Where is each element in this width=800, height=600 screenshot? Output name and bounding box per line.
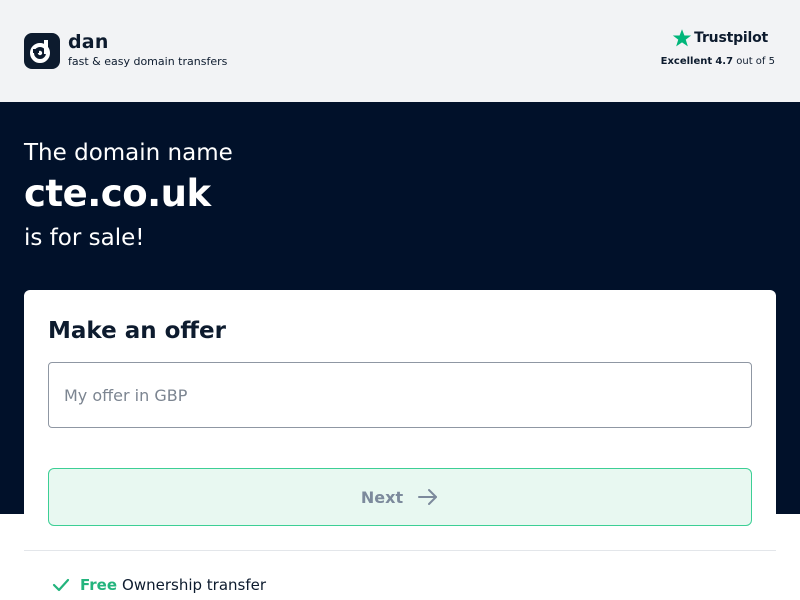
- offer-card: Make an offer Next Free Ownership transf…: [24, 290, 776, 600]
- hero-post-text: is for sale!: [24, 225, 145, 251]
- feature-highlight: Free: [80, 576, 118, 594]
- divider: [24, 550, 776, 551]
- check-icon: [52, 578, 70, 592]
- top-bar: dan fast & easy domain transfers Trustpi…: [0, 0, 800, 102]
- rating-out-of: out of 5: [736, 56, 775, 67]
- offer-title: Make an offer: [48, 318, 226, 344]
- feature-text: Ownership transfer: [122, 576, 267, 594]
- rating-label: Excellent: [660, 56, 713, 67]
- next-button[interactable]: Next: [48, 468, 752, 526]
- offer-input[interactable]: [48, 362, 752, 428]
- arrow-right-icon: [418, 489, 438, 505]
- hero-pre-text: The domain name: [24, 140, 233, 166]
- next-button-label: Next: [360, 487, 404, 507]
- feature-item: Free Ownership transfer: [52, 576, 266, 594]
- domain-name: cte.co.uk: [24, 172, 211, 215]
- trustpilot-star-icon: [672, 29, 692, 47]
- trustpilot-rating: Excellent 4.7 out of 5: [661, 56, 775, 67]
- trustpilot-badge[interactable]: Trustpilot: [672, 28, 768, 48]
- brand-name[interactable]: dan: [68, 31, 109, 53]
- brand-tagline: fast & easy domain transfers: [68, 55, 228, 68]
- trustpilot-name: Trustpilot: [694, 30, 768, 46]
- dan-logo-icon[interactable]: [24, 33, 60, 69]
- rating-score: 4.7: [715, 56, 734, 67]
